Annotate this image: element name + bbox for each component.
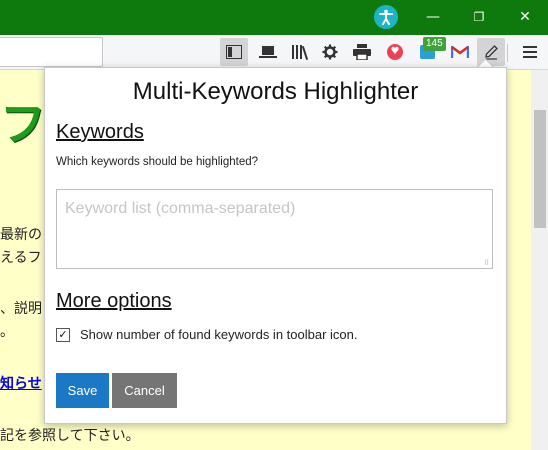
browser-toolbar: ♥ <box>0 35 548 70</box>
show-count-label[interactable]: Show number of found keywords in toolbar… <box>80 327 358 342</box>
page-link[interactable]: 知らせ <box>0 373 42 393</box>
popup-title: Multi-Keywords Highlighter <box>132 78 419 105</box>
keywords-heading: Keywords <box>56 121 144 143</box>
printer-icon[interactable] <box>348 38 376 66</box>
more-options-heading: More options <box>56 290 172 312</box>
page-text-line: えるフ <box>0 250 42 266</box>
pocket-icon[interactable]: ♥ <box>381 38 409 66</box>
window-titlebar: — ❐ ✕ <box>0 0 548 35</box>
keywords-question: Which keywords should be highlighted? <box>56 156 259 168</box>
resize-grip-icon[interactable]: ⠿ <box>484 260 491 267</box>
save-button[interactable]: Save <box>56 373 109 408</box>
page-text-line: 、説明 <box>0 301 42 317</box>
menu-icon[interactable] <box>516 38 544 66</box>
accessibility-icon[interactable] <box>374 5 398 29</box>
site-logo: フ <box>0 98 46 150</box>
toolbar-separator <box>507 44 508 62</box>
laptop-icon[interactable] <box>254 38 282 66</box>
sidebar-icon[interactable] <box>220 38 248 66</box>
cancel-button[interactable]: Cancel <box>112 373 177 408</box>
page-text-line: 最新の <box>0 227 42 243</box>
minimize-button[interactable]: — <box>410 0 456 35</box>
library-icon[interactable] <box>286 38 314 66</box>
scrollbar-thumb[interactable] <box>534 110 546 228</box>
url-bar[interactable] <box>0 37 103 67</box>
gear-icon[interactable] <box>316 38 344 66</box>
extension-badge-count: 145 <box>423 37 446 51</box>
maximize-button[interactable]: ❐ <box>456 0 502 35</box>
page-text-line: 。 <box>0 324 14 340</box>
gmail-icon[interactable] <box>446 38 474 66</box>
keywords-input[interactable] <box>56 189 493 269</box>
extension-popup: Multi-Keywords Highlighter Keywords Whic… <box>44 67 507 424</box>
pocket-glyph: ♥ <box>387 44 403 60</box>
page-text-line: 記を参照して下さい。 <box>0 428 140 444</box>
show-count-checkbox[interactable]: ✓ <box>56 328 70 342</box>
close-window-button[interactable]: ✕ <box>502 0 548 35</box>
